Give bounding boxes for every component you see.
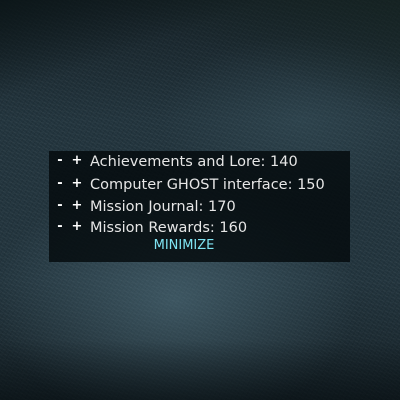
item-label: Computer GHOST interface: 150	[90, 177, 325, 193]
list-item: - + Computer GHOST interface: 150	[49, 174, 350, 196]
list-item: - + Achievements and Lore: 140	[49, 151, 350, 173]
increase-button[interactable]: +	[71, 196, 83, 218]
increase-button[interactable]: +	[71, 151, 83, 173]
list-item: - + Mission Journal: 170	[49, 196, 350, 218]
decrease-button[interactable]: -	[54, 151, 66, 173]
increase-button[interactable]: +	[71, 174, 83, 196]
decrease-button[interactable]: -	[54, 196, 66, 218]
minimize-button[interactable]: MINIMIZE	[49, 236, 319, 256]
hud-priority-panel: - + Achievements and Lore: 140 - + Compu…	[49, 151, 350, 262]
decrease-button[interactable]: -	[54, 174, 66, 196]
item-label: Achievements and Lore: 140	[90, 154, 298, 170]
item-label: Mission Journal: 170	[90, 199, 236, 215]
